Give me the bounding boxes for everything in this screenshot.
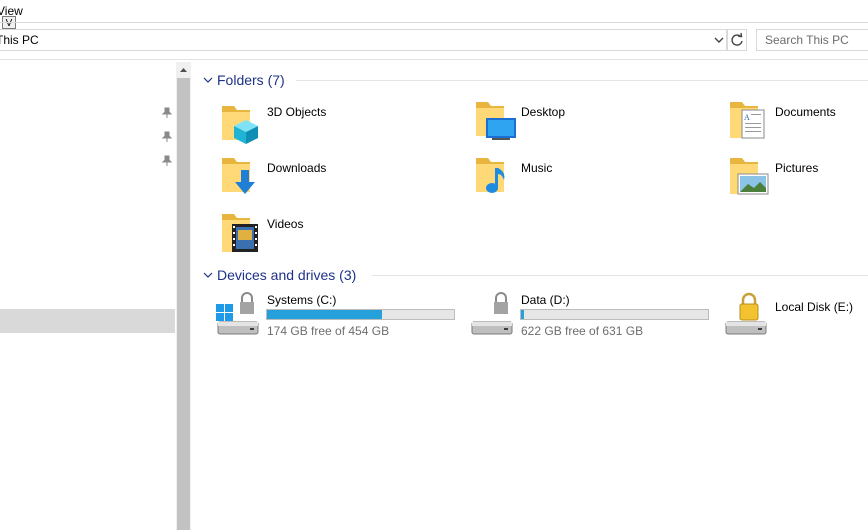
folder-label[interactable]: Desktop xyxy=(521,105,565,119)
folders-group-header[interactable]: Folders (7) xyxy=(217,72,285,88)
ribbon-divider xyxy=(0,22,868,23)
search-placeholder: Search This PC xyxy=(765,33,849,47)
folder-label[interactable]: Downloads xyxy=(267,161,326,175)
pin-icon[interactable] xyxy=(162,155,172,167)
desktop-folder-icon[interactable] xyxy=(474,102,518,144)
drive-usage-fill xyxy=(521,310,524,319)
3d-objects-folder-icon[interactable] xyxy=(220,102,260,144)
folder-label[interactable]: Pictures xyxy=(775,161,818,175)
folder-label[interactable]: Music xyxy=(521,161,552,175)
chevron-down-icon[interactable] xyxy=(203,75,213,85)
group-divider xyxy=(372,275,868,276)
folder-label[interactable]: Videos xyxy=(267,217,303,231)
nav-item-selected[interactable] xyxy=(0,309,175,333)
drive-free-text: 174 GB free of 454 GB xyxy=(267,324,390,338)
pin-icon[interactable] xyxy=(162,131,172,143)
folder-label[interactable]: 3D Objects xyxy=(267,105,326,119)
videos-folder-icon[interactable] xyxy=(220,212,262,254)
drive-usage-bar xyxy=(520,309,709,320)
svg-text:A: A xyxy=(744,113,750,122)
folder-label[interactable]: Documents xyxy=(775,105,836,119)
pin-icon[interactable] xyxy=(162,107,172,119)
hard-drive-icon[interactable] xyxy=(468,292,516,338)
address-bar[interactable] xyxy=(0,29,727,51)
drive-usage-fill xyxy=(267,310,383,319)
drive-label[interactable]: Data (D:) xyxy=(521,293,570,307)
drive-free-text: 622 GB free of 631 GB xyxy=(521,324,644,338)
group-divider xyxy=(296,80,868,81)
documents-folder-icon[interactable]: A xyxy=(728,100,768,144)
toolbar-divider xyxy=(0,59,868,60)
scroll-up-icon[interactable] xyxy=(176,62,191,78)
address-path[interactable]: This PC xyxy=(0,33,39,47)
navigation-pane[interactable] xyxy=(0,62,175,530)
pictures-folder-icon[interactable] xyxy=(728,156,770,198)
refresh-icon xyxy=(731,32,743,46)
drive-usage-bar xyxy=(266,309,455,320)
locked-drive-icon[interactable] xyxy=(722,292,770,338)
music-folder-icon[interactable] xyxy=(474,156,516,198)
windows-drive-icon[interactable] xyxy=(214,292,262,338)
downloads-folder-icon[interactable] xyxy=(220,156,262,198)
drive-label[interactable]: Local Disk (E:) xyxy=(775,300,853,314)
drives-group-header[interactable]: Devices and drives (3) xyxy=(217,267,356,283)
chevron-down-icon[interactable] xyxy=(203,270,213,280)
chevron-down-icon[interactable] xyxy=(713,34,725,46)
refresh-button[interactable] xyxy=(727,29,747,51)
scrollbar-thumb[interactable] xyxy=(177,78,190,530)
drive-label[interactable]: Systems (C:) xyxy=(267,293,336,307)
